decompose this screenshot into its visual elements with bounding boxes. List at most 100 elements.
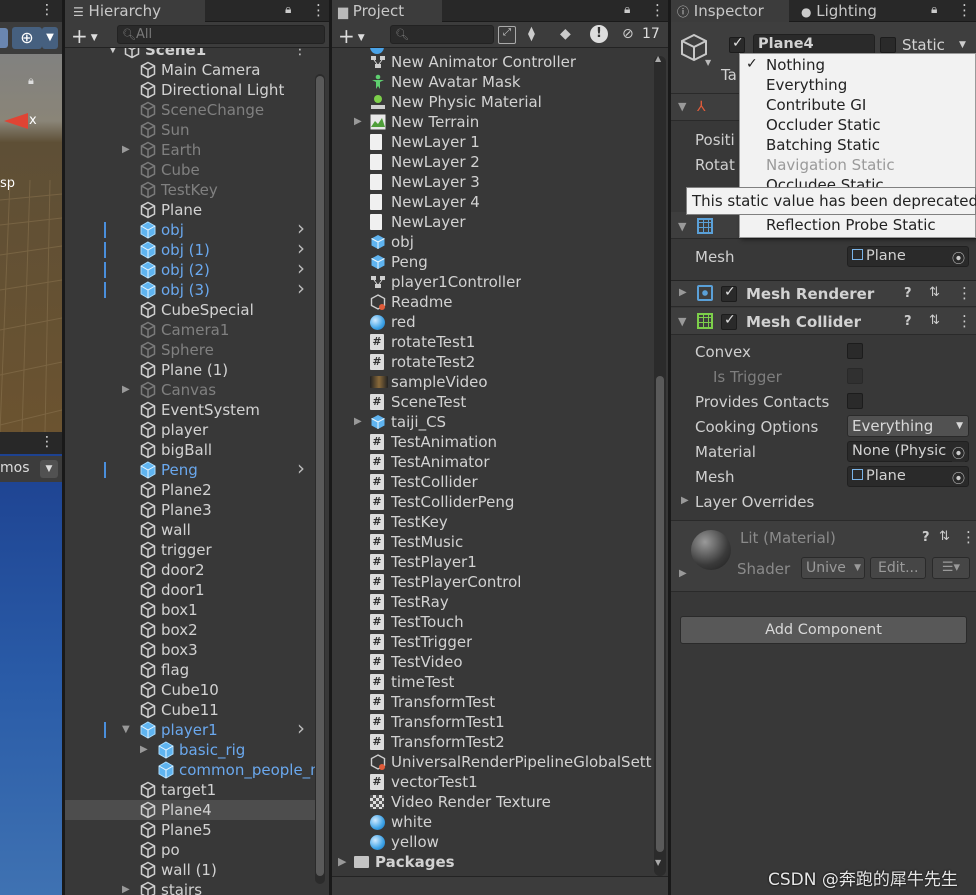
- meshfilter-mesh-field[interactable]: Plane: [847, 246, 969, 267]
- scene-tool-button[interactable]: [0, 28, 8, 48]
- project-asset-item[interactable]: # TestVideo: [332, 652, 654, 672]
- hierarchy-item[interactable]: Plane: [65, 200, 315, 220]
- search-by-type-icon[interactable]: ⤢: [498, 26, 516, 44]
- chevron-right-icon[interactable]: ›: [297, 258, 305, 278]
- object-picker-icon[interactable]: ⦿: [952, 443, 966, 462]
- scene-menu-icon[interactable]: ⋮: [40, 2, 54, 18]
- project-asset-item[interactable]: # TestCollider: [332, 472, 654, 492]
- provides-contacts-checkbox[interactable]: [847, 393, 863, 409]
- project-asset-item[interactable]: player1Controller: [332, 272, 654, 292]
- hierarchy-item[interactable]: Plane5: [65, 820, 315, 840]
- chevron-right-icon[interactable]: ›: [297, 458, 305, 478]
- project-asset-item[interactable]: Peng: [332, 252, 654, 272]
- edit-shader-button[interactable]: Edit...: [870, 557, 926, 579]
- hierarchy-item[interactable]: ▼ player1 ›: [65, 718, 315, 740]
- inspector-menu-icon[interactable]: ⋮: [957, 1, 972, 19]
- material-options-button[interactable]: ☰▾: [932, 557, 970, 579]
- project-asset-item[interactable]: # TransformTest1: [332, 712, 654, 732]
- hierarchy-item[interactable]: flag: [65, 660, 315, 680]
- axis-x-gizmo[interactable]: [4, 113, 28, 129]
- expand-icon[interactable]: ▶: [354, 112, 362, 132]
- project-add-button[interactable]: + ▼: [338, 24, 365, 48]
- project-asset-item[interactable]: NewLayer 3: [332, 172, 654, 192]
- chevron-right-icon[interactable]: ›: [297, 718, 305, 738]
- static-dropdown-icon[interactable]: ▼: [959, 40, 966, 50]
- hierarchy-item[interactable]: SceneChange: [65, 100, 315, 120]
- component-menu-icon[interactable]: ⋮: [957, 284, 972, 302]
- project-asset-item[interactable]: # timeTest: [332, 672, 654, 692]
- chevron-right-icon[interactable]: ›: [297, 238, 305, 258]
- tab-lighting[interactable]: ● Lighting: [795, 0, 905, 22]
- static-menu-item[interactable]: Occluder Static: [766, 116, 881, 134]
- project-lock-icon[interactable]: 🔒︎: [624, 2, 630, 17]
- static-menu-item[interactable]: Reflection Probe Static: [766, 216, 936, 234]
- project-asset-item[interactable]: ▶ New Terrain: [332, 112, 654, 132]
- hierarchy-item[interactable]: ▶ stairs: [65, 880, 315, 895]
- project-asset-item[interactable]: # TestRay: [332, 592, 654, 612]
- meshcollider-enabled-checkbox[interactable]: [721, 312, 737, 330]
- hierarchy-item[interactable]: player: [65, 420, 315, 440]
- warning-icon[interactable]: !: [590, 25, 608, 43]
- hierarchy-item[interactable]: Main Camera: [65, 60, 315, 80]
- chevron-right-icon[interactable]: ›: [297, 218, 305, 238]
- project-asset-item[interactable]: obj: [332, 232, 654, 252]
- hierarchy-menu-icon[interactable]: ⋮: [311, 1, 326, 19]
- expand-icon[interactable]: ▶: [354, 412, 362, 432]
- project-asset-item[interactable]: red: [332, 312, 654, 332]
- hierarchy-search-input[interactable]: 🔍︎ All: [117, 25, 325, 44]
- component-menu-icon[interactable]: ⋮: [961, 528, 976, 546]
- project-asset-item[interactable]: NewLayer: [332, 212, 654, 232]
- expand-icon[interactable]: ▶: [140, 740, 148, 760]
- game-menu-icon[interactable]: ⋮: [40, 434, 54, 450]
- project-asset-item[interactable]: UniversalRenderPipelineGlobalSettir: [332, 752, 654, 772]
- help-icon[interactable]: ?: [904, 286, 912, 301]
- hierarchy-lock-icon[interactable]: 🔒︎: [285, 2, 291, 17]
- project-asset-item[interactable]: # vectorTest1: [332, 772, 654, 792]
- hierarchy-item[interactable]: wall: [65, 520, 315, 540]
- object-picker-icon[interactable]: ⦿: [952, 248, 965, 267]
- project-asset-item[interactable]: NewLayer 1: [332, 132, 654, 152]
- hierarchy-item[interactable]: target1: [65, 780, 315, 800]
- packages-expand-icon[interactable]: ▶: [338, 855, 346, 868]
- hierarchy-item[interactable]: ▶ Canvas: [65, 380, 315, 400]
- add-component-button[interactable]: Add Component: [680, 616, 967, 644]
- hierarchy-item[interactable]: obj (1) ›: [65, 238, 315, 260]
- hierarchy-item[interactable]: Plane (1): [65, 360, 315, 380]
- project-asset-item[interactable]: NewLayer 2: [332, 152, 654, 172]
- project-asset-item[interactable]: # SceneTest: [332, 392, 654, 412]
- gizmos-dropdown-icon[interactable]: ▼: [40, 460, 58, 478]
- presets-icon[interactable]: ⇅: [929, 313, 940, 328]
- meshrenderer-enabled-checkbox[interactable]: [721, 284, 737, 302]
- filter-label-icon[interactable]: ◆: [560, 26, 571, 42]
- hierarchy-item[interactable]: box1: [65, 600, 315, 620]
- project-asset-item[interactable]: # TestTrigger: [332, 632, 654, 652]
- project-asset-item[interactable]: # TestKey: [332, 512, 654, 532]
- presets-icon[interactable]: ⇅: [939, 529, 950, 544]
- cooking-options-dropdown[interactable]: Everything ▼: [847, 415, 969, 437]
- hierarchy-item[interactable]: door1: [65, 580, 315, 600]
- inspector-lock-icon[interactable]: 🔒︎: [931, 2, 937, 17]
- hierarchy-item[interactable]: Sphere: [65, 340, 315, 360]
- hierarchy-add-button[interactable]: + ▼: [71, 24, 98, 48]
- meshfilter-foldout-icon[interactable]: ▼: [678, 220, 686, 233]
- game-view[interactable]: ⋮ mos ▼: [0, 432, 62, 895]
- project-asset-item[interactable]: # TestPlayerControl: [332, 572, 654, 592]
- shader-dropdown[interactable]: Unive ▼: [801, 557, 865, 579]
- expand-icon[interactable]: ▶: [122, 880, 130, 895]
- help-icon[interactable]: ?: [922, 530, 930, 545]
- hierarchy-item[interactable]: trigger: [65, 540, 315, 560]
- hierarchy-item[interactable]: obj (2) ›: [65, 258, 315, 280]
- gizmo-move-icon[interactable]: ⊕: [12, 27, 42, 49]
- hierarchy-item[interactable]: Sun: [65, 120, 315, 140]
- hierarchy-item[interactable]: box3: [65, 640, 315, 660]
- hierarchy-item[interactable]: ▶ basic_rig: [65, 740, 315, 760]
- packages-row[interactable]: ▶ Packages: [332, 853, 654, 873]
- static-menu-item[interactable]: Batching Static: [766, 136, 880, 154]
- hierarchy-item[interactable]: Camera1: [65, 320, 315, 340]
- project-asset-item[interactable]: # TestTouch: [332, 612, 654, 632]
- project-asset-item[interactable]: Readme: [332, 292, 654, 312]
- project-asset-item[interactable]: # TransformTest2: [332, 732, 654, 752]
- hierarchy-item[interactable]: po: [65, 840, 315, 860]
- tab-hierarchy[interactable]: ☰ Hierarchy: [65, 0, 205, 22]
- icon-dropdown-icon[interactable]: ▼: [705, 58, 711, 67]
